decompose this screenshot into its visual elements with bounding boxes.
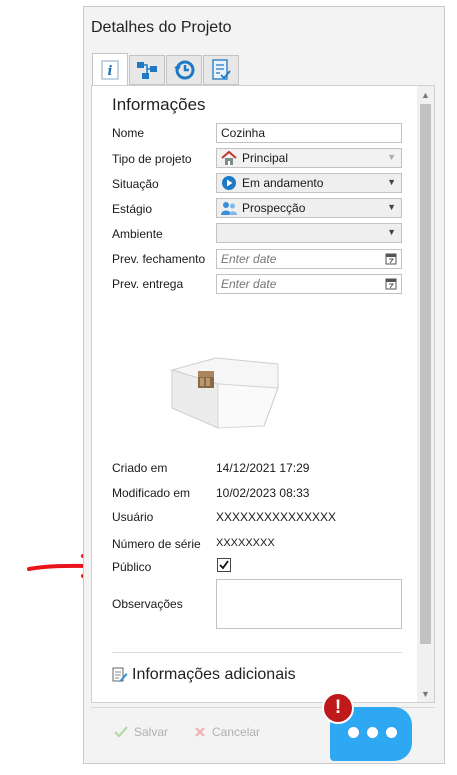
modified-label: Modificado em — [112, 486, 191, 500]
name-value: Cozinha — [221, 126, 266, 140]
info-icon: i — [101, 60, 119, 79]
project-type-select[interactable]: Principal ▼ — [216, 148, 402, 168]
scrollbar-thumb[interactable] — [420, 104, 431, 644]
chat-dots-icon — [348, 727, 397, 738]
scroll-down-icon[interactable]: ▼ — [417, 685, 434, 702]
modified-value: 10/02/2023 08:33 — [216, 486, 310, 500]
notes-textarea[interactable] — [216, 579, 402, 629]
status-select[interactable]: Em andamento ▼ — [216, 173, 402, 193]
section-divider — [112, 652, 402, 653]
calendar-icon[interactable] — [385, 252, 397, 268]
chevron-down-icon: ▼ — [387, 177, 396, 187]
notes-label: Observações — [112, 597, 183, 611]
cancel-label: Cancelar — [212, 725, 261, 739]
delivery-date-input[interactable]: Enter date — [216, 274, 402, 294]
stage-value: Prospecção — [242, 201, 306, 215]
additional-info-label: Informações adicionais — [132, 666, 296, 683]
close-icon — [195, 727, 205, 737]
history-icon — [174, 60, 195, 80]
serial-value: XXXXXXXX — [216, 537, 275, 549]
chevron-down-icon: ▼ — [387, 202, 396, 212]
status-label: Situação — [112, 177, 159, 191]
panel-title: Detalhes do Projeto — [91, 19, 232, 36]
environment-select[interactable]: ▼ — [216, 223, 402, 243]
closing-date-label: Prev. fechamento — [112, 252, 206, 266]
cancel-button[interactable]: Cancelar — [194, 725, 260, 739]
delivery-date-label: Prev. entrega — [112, 277, 184, 291]
people-icon — [221, 200, 237, 216]
hierarchy-icon — [137, 62, 157, 79]
svg-text:i: i — [108, 64, 113, 79]
closing-date-placeholder: Enter date — [221, 252, 277, 266]
environment-label: Ambiente — [112, 227, 163, 241]
checkmark-icon — [219, 560, 229, 570]
chevron-down-icon: ▼ — [387, 227, 396, 237]
save-label: Salvar — [134, 725, 169, 739]
public-label: Público — [112, 560, 152, 574]
project-type-value: Principal — [242, 151, 289, 165]
checklist-icon — [212, 59, 231, 80]
tab-structure[interactable] — [129, 55, 165, 85]
name-input[interactable]: Cozinha — [216, 123, 402, 143]
serial-label: Número de série — [112, 537, 201, 551]
edit-document-icon — [112, 667, 128, 682]
house-icon — [221, 150, 237, 166]
public-checkbox[interactable] — [217, 558, 231, 572]
name-label: Nome — [112, 126, 145, 140]
project-3d-thumbnail — [170, 357, 279, 429]
user-value: XXXXXXXXXXXXXXX — [216, 510, 337, 524]
calendar-icon[interactable] — [385, 277, 397, 293]
tab-info[interactable]: i — [92, 53, 128, 86]
project-type-label: Tipo de projeto — [112, 152, 192, 166]
stage-label: Estágio — [112, 202, 153, 216]
play-icon — [221, 175, 237, 191]
user-label: Usuário — [112, 510, 154, 524]
tab-history[interactable] — [166, 55, 202, 85]
closing-date-input[interactable]: Enter date — [216, 249, 402, 269]
section-title: Informações — [112, 95, 206, 114]
project-details-panel: Detalhes do Projeto i Informações Nome C… — [83, 6, 445, 764]
check-icon — [114, 726, 128, 738]
delivery-date-placeholder: Enter date — [221, 277, 277, 291]
created-value: 14/12/2021 17:29 — [216, 461, 310, 475]
tab-checklist[interactable] — [203, 55, 239, 85]
created-label: Criado em — [112, 461, 168, 475]
chevron-down-icon: ▼ — [387, 152, 396, 162]
scroll-up-icon[interactable]: ▲ — [417, 86, 434, 103]
status-value: Em andamento — [242, 176, 324, 190]
alert-badge[interactable]: ! — [322, 692, 354, 724]
info-content: Informações Nome Cozinha Tipo de projeto… — [91, 85, 435, 703]
vertical-scrollbar[interactable]: ▲ ▼ — [417, 86, 434, 702]
stage-select[interactable]: Prospecção ▼ — [216, 198, 402, 218]
additional-info-section[interactable]: Informações adicionais — [112, 666, 296, 684]
save-button[interactable]: Salvar — [114, 725, 168, 739]
